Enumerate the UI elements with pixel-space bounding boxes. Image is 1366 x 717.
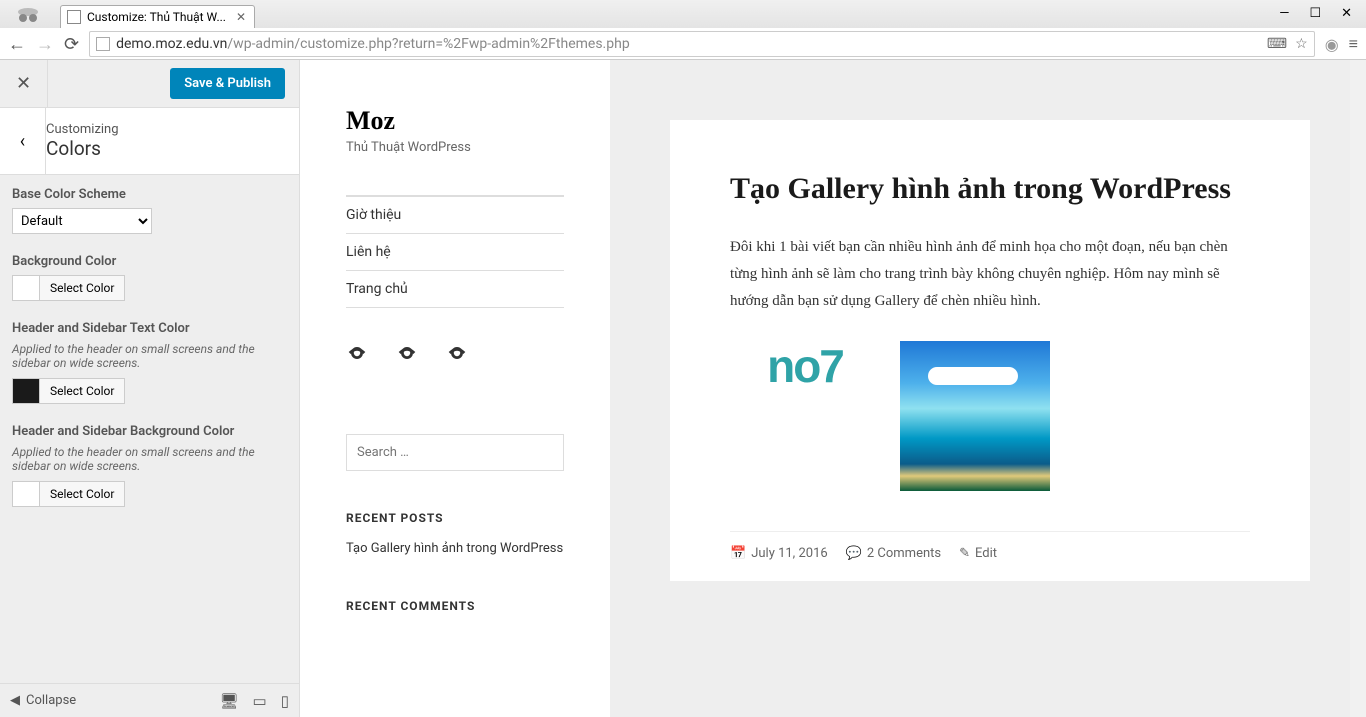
collapse-button[interactable]: ◀ Collapse — [10, 693, 76, 708]
back-icon[interactable]: ← — [8, 34, 26, 55]
menu-item[interactable]: Giờ thiệu — [346, 196, 564, 233]
page-icon — [67, 10, 81, 24]
section-title-bar: ‹ Customizing Colors — [0, 108, 299, 175]
control-base-scheme: Base Color Scheme Default — [12, 187, 287, 234]
post-gallery: no7 — [730, 341, 1250, 491]
device-tablet-icon[interactable]: ▭ — [253, 692, 267, 710]
close-tab-icon[interactable]: ✕ — [236, 10, 246, 24]
url-bar[interactable]: demo.moz.edu.vn/wp-admin/customize.php?r… — [89, 31, 1315, 57]
post-date[interactable]: 📅July 11, 2016 — [730, 546, 828, 561]
preview-scrollbar[interactable] — [1350, 60, 1366, 717]
header-bg-label: Header and Sidebar Background Color — [12, 424, 287, 439]
panel-footer: ◀ Collapse 🖥 ▭ ▯ — [0, 683, 299, 717]
site-content: Tạo Gallery hình ảnh trong WordPress Đôi… — [610, 60, 1350, 717]
article: Tạo Gallery hình ảnh trong WordPress Đôi… — [670, 120, 1310, 581]
menu-item[interactable]: Trang chủ — [346, 270, 564, 307]
device-desktop-icon[interactable]: 🖥 — [220, 692, 239, 710]
globe-icon[interactable]: ◉ — [1325, 35, 1339, 54]
nav-bar: ← → ⟳ demo.moz.edu.vn/wp-admin/customize… — [0, 28, 1366, 60]
post-body: Đôi khi 1 bài viết bạn cần nhiều hình ản… — [730, 234, 1250, 315]
close-window-icon[interactable]: ✕ — [1341, 6, 1352, 21]
translate-icon[interactable]: ⌨ — [1267, 36, 1287, 52]
gallery-image-logo[interactable]: no7 — [730, 341, 880, 391]
save-publish-button[interactable]: Save & Publish — [170, 68, 285, 99]
control-header-bg-color: Header and Sidebar Background Color Appl… — [12, 424, 287, 507]
site-title[interactable]: Moz — [346, 106, 564, 136]
menu-item[interactable]: Liên hệ — [346, 233, 564, 270]
header-bg-desc: Applied to the header on small screens a… — [12, 445, 287, 473]
search-input[interactable] — [346, 434, 564, 471]
customizer-panel: ✕ Save & Publish ‹ Customizing Colors Ba… — [0, 60, 300, 717]
base-scheme-select[interactable]: Default — [12, 208, 152, 234]
window-controls: — ☐ ✕ — [1265, 0, 1366, 27]
browser-tab[interactable]: Customize: Thủ Thuật W... ✕ — [60, 5, 255, 28]
incognito-icon — [8, 2, 48, 26]
site-desc: Thủ Thuật WordPress — [346, 140, 564, 155]
panel-body: Base Color Scheme Default Background Col… — [0, 175, 299, 683]
close-panel-button[interactable]: ✕ — [0, 60, 48, 108]
tab-bar: Customize: Thủ Thuật W... ✕ — ☐ ✕ — [0, 0, 1366, 28]
bg-color-swatch[interactable] — [12, 275, 40, 301]
menu-icon[interactable]: ≡ — [1349, 34, 1358, 54]
recent-comments-title: RECENT COMMENTS — [346, 599, 564, 613]
social-icon[interactable] — [396, 342, 418, 364]
social-row — [346, 307, 564, 374]
panel-header: ✕ Save & Publish — [0, 60, 299, 108]
comment-icon: 💬 — [846, 546, 862, 561]
chevron-left-icon: ◀ — [10, 693, 20, 708]
header-bg-swatch[interactable] — [12, 481, 40, 507]
site-icon — [96, 37, 110, 51]
gallery-image-beach[interactable] — [900, 341, 1050, 491]
post-comments[interactable]: 💬2 Comments — [846, 546, 941, 561]
maximize-icon[interactable]: ☐ — [1309, 6, 1321, 21]
back-section-button[interactable]: ‹ — [0, 108, 46, 174]
minimize-icon[interactable]: — — [1279, 6, 1289, 21]
control-bg-color: Background Color Select Color — [12, 254, 287, 301]
site-sidebar: Moz Thủ Thuật WordPress Giờ thiệu Liên h… — [300, 60, 610, 717]
workspace: ✕ Save & Publish ‹ Customizing Colors Ba… — [0, 60, 1366, 717]
forward-icon[interactable]: → — [36, 34, 54, 55]
url-host: demo.moz.edu.vn — [116, 36, 227, 52]
pencil-icon: ✎ — [959, 546, 970, 561]
social-icon[interactable] — [346, 342, 368, 364]
bg-color-button[interactable]: Select Color — [40, 275, 125, 301]
base-scheme-label: Base Color Scheme — [12, 187, 287, 202]
recent-post-link[interactable]: Tạo Gallery hình ảnh trong WordPress — [346, 539, 564, 559]
post-title[interactable]: Tạo Gallery hình ảnh trong WordPress — [730, 170, 1250, 208]
header-bg-button[interactable]: Select Color — [40, 481, 125, 507]
customizing-label: Customizing — [46, 122, 285, 137]
search-widget — [346, 434, 564, 471]
post-edit[interactable]: ✎Edit — [959, 546, 997, 561]
header-text-desc: Applied to the header on small screens a… — [12, 342, 287, 370]
control-header-text-color: Header and Sidebar Text Color Applied to… — [12, 321, 287, 404]
tab-title: Customize: Thủ Thuật W... — [87, 10, 226, 24]
bookmark-icon[interactable]: ☆ — [1295, 36, 1308, 52]
bg-color-label: Background Color — [12, 254, 287, 269]
header-text-label: Header and Sidebar Text Color — [12, 321, 287, 336]
social-icon[interactable] — [446, 342, 468, 364]
header-text-button[interactable]: Select Color — [40, 378, 125, 404]
device-mobile-icon[interactable]: ▯ — [281, 692, 289, 710]
reload-icon[interactable]: ⟳ — [64, 34, 79, 55]
post-meta: 📅July 11, 2016 💬2 Comments ✎Edit — [730, 531, 1250, 561]
url-path: /wp-admin/customize.php?return=%2Fwp-adm… — [227, 36, 629, 52]
preview-pane: Moz Thủ Thuật WordPress Giờ thiệu Liên h… — [300, 60, 1366, 717]
calendar-icon: 📅 — [730, 546, 746, 561]
header-text-swatch[interactable] — [12, 378, 40, 404]
browser-chrome: Customize: Thủ Thuật W... ✕ — ☐ ✕ ← → ⟳ … — [0, 0, 1366, 60]
section-name: Colors — [46, 137, 285, 160]
recent-posts-title: RECENT POSTS — [346, 511, 564, 525]
